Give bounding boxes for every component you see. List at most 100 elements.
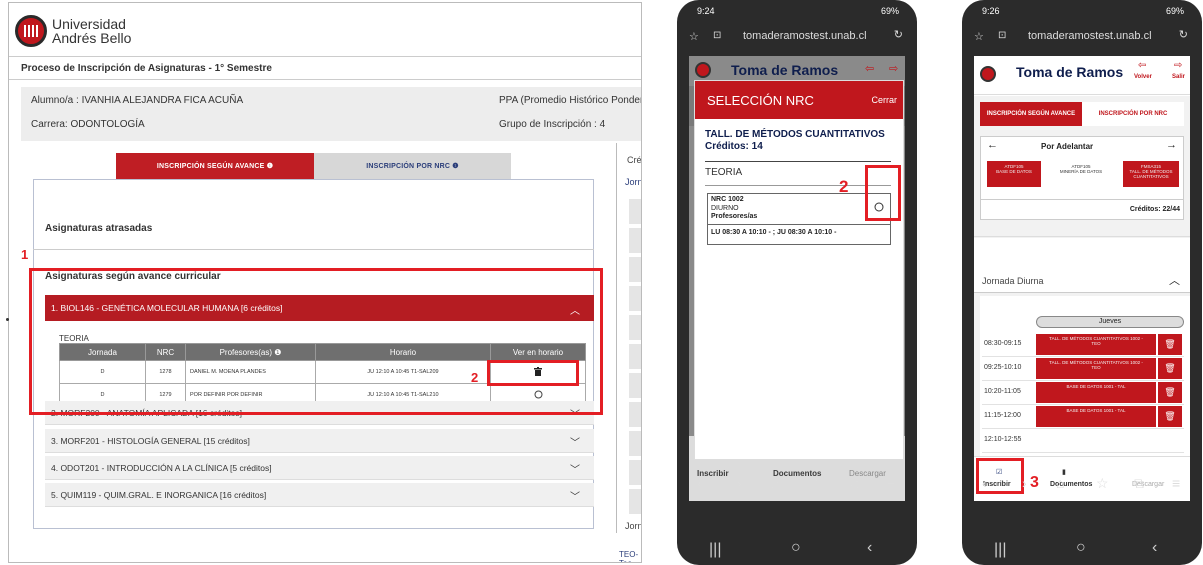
- menu-icon[interactable]: ≡: [1172, 475, 1180, 491]
- reload-icon[interactable]: ↻: [894, 28, 903, 41]
- career-label: Carrera: ODONTOLOGÍA: [31, 119, 145, 130]
- phone-1: 9:24 69% ☆ ⊡ tomaderamostest.unab.cl ↻ T…: [677, 0, 917, 565]
- right-jornada-2: Jorna: [625, 521, 641, 531]
- chevron-down-icon: ﹀: [570, 492, 580, 503]
- app-title: Toma de Ramos: [731, 62, 839, 78]
- gesture-bar: ||| ○ ‹: [677, 533, 917, 565]
- prev-arrow-icon[interactable]: ←: [987, 139, 998, 151]
- back-gesture-icon[interactable]: ‹: [867, 539, 872, 557]
- back-icon[interactable]: ⇦: [865, 62, 874, 75]
- logo-icon: [980, 66, 996, 82]
- url-bar[interactable]: ☆ ⊡ tomaderamostest.unab.cl ↻: [962, 22, 1202, 56]
- schedule-block[interactable]: TALL. DE MÉTODOS CUANTITATIVOS 1002 - TE…: [1036, 358, 1156, 379]
- logout-icon[interactable]: ⇨: [889, 62, 898, 75]
- schedule-block[interactable]: BASE DE DATOS 1001 - TAL: [1036, 382, 1156, 403]
- right-divider: [616, 143, 617, 533]
- url-text: tomaderamostest.unab.cl: [743, 30, 867, 42]
- nrc-number: NRC 1002: [711, 196, 744, 203]
- course-5-label: 5. QUIM119 - QUIM.GRAL. E INORGANICA [16…: [51, 489, 267, 500]
- modal-course: TALL. DE MÉTODOS CUANTITATIVOS: [705, 129, 885, 140]
- home-circle-icon[interactable]: ○: [1076, 539, 1086, 557]
- course-accordion-5[interactable]: 5. QUIM119 - QUIM.GRAL. E INORGANICA [16…: [45, 483, 594, 507]
- lock-icon: ⊡: [998, 30, 1007, 41]
- home-icon[interactable]: ⌂: [1056, 475, 1064, 491]
- tab-inscripcion-nrc[interactable]: INSCRIPCIÓN POR NRC: [1082, 102, 1184, 126]
- star-icon[interactable]: ☆: [689, 30, 699, 43]
- modal-credits: Créditos: 14: [705, 141, 763, 152]
- slot-time: 10:20-11:05: [984, 388, 1021, 395]
- tabs-icon[interactable]: ⧉: [1134, 475, 1144, 492]
- menu-icon[interactable]: ≡: [887, 475, 895, 491]
- chevron-up-icon[interactable]: ︿: [1169, 272, 1180, 288]
- forward-arrow-icon[interactable]: ›: [737, 475, 742, 491]
- forward-arrow-icon[interactable]: ›: [1022, 475, 1027, 491]
- browser-nav: ‹ › ⌂ ☆ ⧉ ≡: [962, 469, 1202, 533]
- right-teo: TEO-Teo: [619, 550, 639, 562]
- tabs-icon[interactable]: ⧉: [849, 475, 859, 492]
- seleccion-nrc-modal: SELECCIÓN NRC Cerrar TALL. DE MÉTODOS CU…: [694, 80, 904, 460]
- logo-line2: Andrés Bello: [52, 30, 132, 46]
- course-card[interactable]: ATDF105 BASE DE DATOS: [987, 161, 1041, 187]
- reload-icon[interactable]: ↻: [1179, 28, 1188, 41]
- salir-button[interactable]: Salir: [1172, 74, 1185, 80]
- modal-close-button[interactable]: Cerrar: [871, 95, 897, 105]
- schedule-block[interactable]: TALL. DE MÉTODOS CUANTITATIVOS 1002 - TE…: [1036, 334, 1156, 355]
- nrc-schedule: LU 08:30 A 10:10 - ; JU 08:30 A 10:10 -: [711, 229, 837, 236]
- bookmark-icon[interactable]: ☆: [811, 475, 824, 492]
- card-name: TALL. DE MÉTODOS CUANTITATIVOS: [1129, 169, 1173, 179]
- slot-time: 08:30-09:15: [984, 340, 1022, 347]
- group-label: Grupo de Inscripción : 4: [499, 119, 606, 130]
- salir-icon[interactable]: ⇨: [1174, 60, 1182, 71]
- back-arrow-icon[interactable]: ‹: [982, 475, 987, 491]
- volver-icon[interactable]: ⇦: [1138, 60, 1146, 71]
- back-arrow-icon[interactable]: ‹: [697, 475, 702, 491]
- recent-apps-icon[interactable]: |||: [994, 541, 1006, 559]
- course-accordion-3[interactable]: 3. MORF201 - HISTOLOGÍA GENERAL [15 créd…: [45, 429, 594, 453]
- next-arrow-icon[interactable]: →: [1166, 139, 1177, 151]
- highlight-box-2: [487, 360, 579, 386]
- home-icon[interactable]: ⌂: [771, 475, 779, 491]
- student-info: Alumno/a : IVANHIA ALEJANDRA FICA ACUÑA …: [21, 87, 641, 141]
- annotation-1: 1: [21, 247, 29, 262]
- star-icon[interactable]: ☆: [974, 30, 984, 43]
- university-logo: Universidad Andrés Bello: [15, 15, 131, 47]
- phone1-screen: Toma de Ramos ⇦ ⇨ Inscribir Documentos D…: [689, 56, 905, 501]
- right-jornada: Jorna: [625, 177, 641, 187]
- day-header: Jueves: [1036, 316, 1184, 328]
- annotation-2: 2: [839, 177, 849, 196]
- card-name: BASE DE DATOS: [996, 169, 1032, 174]
- url-bar[interactable]: ☆ ⊡ tomaderamostest.unab.cl ↻: [677, 22, 917, 56]
- course-card[interactable]: FMSA315 TALL. DE MÉTODOS CUANTITATIVOS: [1123, 161, 1179, 187]
- course-accordion-4[interactable]: 4. ODOT201 - INTRODUCCIÓN A LA CLÍNICA […: [45, 456, 594, 480]
- recent-apps-icon[interactable]: |||: [709, 541, 721, 559]
- status-battery: 69%: [880, 6, 899, 16]
- course-card[interactable]: ATDF105 MINERÍA DE DATOS: [1053, 161, 1109, 187]
- lock-icon: ⊡: [713, 30, 722, 41]
- trash-icon[interactable]: 🗑: [1158, 334, 1182, 355]
- tab-inscripcion-nrc[interactable]: INSCRIPCIÓN POR NRC ❶: [314, 153, 511, 179]
- home-circle-icon[interactable]: ○: [791, 539, 801, 557]
- status-bar: 9:24 69%: [677, 0, 917, 22]
- modal-title: SELECCIÓN NRC: [707, 93, 814, 108]
- volver-button[interactable]: Volver: [1134, 74, 1152, 80]
- logo-line1: Universidad: [52, 16, 126, 32]
- adelantar-panel: ← Por Adelantar → ATDF105 BASE DE DATOS A…: [980, 136, 1184, 200]
- status-time: 9:26: [982, 6, 1000, 16]
- slot-time: 11:15-12:00: [984, 412, 1021, 419]
- highlight-box-1: [29, 268, 603, 415]
- nrc-jornada: DIURNO: [711, 205, 739, 212]
- jornada-label: Jornada Diurna: [982, 276, 1044, 286]
- tab-inscripcion-avance[interactable]: INSCRIPCIÓN SEGÚN AVANCE: [980, 102, 1082, 126]
- back-gesture-icon[interactable]: ‹: [1152, 539, 1157, 557]
- nrc-card: NRC 1002 DIURNO Profesores/as LU 08:30 A…: [707, 193, 891, 245]
- trash-icon[interactable]: 🗑: [1158, 358, 1182, 379]
- schedule-block[interactable]: BASE DE DATOS 1001 - TAL: [1036, 406, 1156, 427]
- trash-icon[interactable]: 🗑: [1158, 382, 1182, 403]
- trash-icon[interactable]: 🗑: [1158, 406, 1182, 427]
- desktop-panel: Universidad Andrés Bello Proceso de Inscr…: [8, 2, 642, 563]
- tab-inscripcion-avance[interactable]: INSCRIPCIÓN SEGÚN AVANCE ❶: [116, 153, 314, 179]
- por-adelantar-title: Por Adelantar: [1041, 142, 1094, 151]
- bookmark-icon[interactable]: ☆: [1096, 475, 1109, 492]
- right-creditos: Créd: [627, 155, 642, 165]
- phone-2: 9:26 69% ☆ ⊡ tomaderamostest.unab.cl ↻ T…: [962, 0, 1202, 565]
